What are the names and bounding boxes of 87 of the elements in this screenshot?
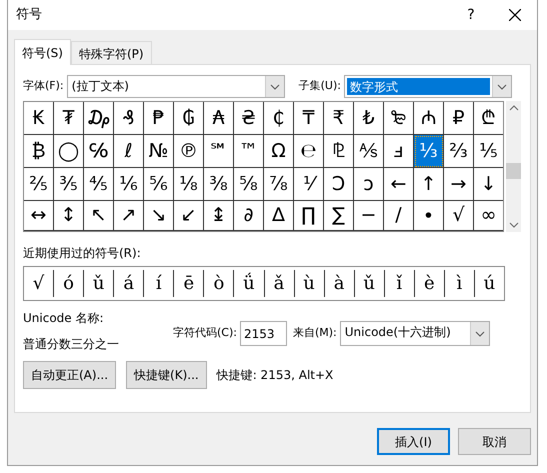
- chevron-down-icon: [474, 330, 485, 336]
- symbol-cell[interactable]: ↙: [174, 201, 204, 231]
- char-code-label: 字符代码(C):: [173, 325, 237, 342]
- symbol-cell[interactable]: ℓ: [114, 135, 144, 168]
- symbol-cell[interactable]: ⅜: [204, 168, 234, 201]
- close-icon: [509, 9, 521, 21]
- symbol-cell[interactable]: ₺: [354, 102, 384, 135]
- symbol-cell[interactable]: ₸: [294, 102, 324, 135]
- symbol-cell[interactable]: №: [144, 135, 174, 168]
- symbol-cell[interactable]: −: [354, 201, 384, 231]
- symbol-cell[interactable]: ⅟: [294, 168, 324, 201]
- symbol-cell[interactable]: ∙: [414, 201, 444, 231]
- shortcut-key-button[interactable]: 快捷键(K)...: [126, 361, 207, 389]
- symbol-cell[interactable]: ℗: [174, 135, 204, 168]
- symbol-cell[interactable]: ₲: [174, 102, 204, 135]
- scrollbar[interactable]: [506, 101, 521, 232]
- cancel-button[interactable]: 取消: [458, 428, 531, 455]
- symbol-cell[interactable]: ₮: [54, 102, 84, 135]
- symbol-cell[interactable]: ↨: [204, 201, 234, 231]
- insert-button[interactable]: 插入(I): [377, 428, 450, 455]
- symbol-cell[interactable]: ₰: [114, 102, 144, 135]
- symbol-cell[interactable]: ℠: [204, 135, 234, 168]
- symbol-cell[interactable]: ⅝: [234, 168, 264, 201]
- symbol-cell[interactable]: ₼: [414, 102, 444, 135]
- symbol-cell[interactable]: ⅖: [24, 168, 54, 201]
- symbol-cell[interactable]: ↗: [114, 201, 144, 231]
- symbol-cell[interactable]: ↕: [54, 201, 84, 231]
- symbol-cell[interactable]: ↘: [144, 201, 174, 231]
- symbol-cell[interactable]: ↑: [414, 168, 444, 201]
- symbol-cell[interactable]: ⅓: [414, 135, 444, 168]
- symbol-cell[interactable]: ₻: [384, 102, 414, 135]
- symbol-cell[interactable]: ₱: [144, 102, 174, 135]
- symbol-cell[interactable]: ℅: [84, 135, 114, 168]
- symbol-cell[interactable]: ₹: [324, 102, 354, 135]
- symbol-cell[interactable]: ↄ: [354, 168, 384, 201]
- symbol-cell[interactable]: ⅛: [174, 168, 204, 201]
- symbol-cell[interactable]: ←: [384, 168, 414, 201]
- help-button[interactable]: ?: [449, 0, 493, 30]
- symbol-cell[interactable]: ⅍: [354, 135, 384, 168]
- chevron-down-icon: [270, 84, 280, 90]
- symbol-cell[interactable]: ⅚: [144, 168, 174, 201]
- symbol-cell[interactable]: ⅔: [444, 135, 474, 168]
- symbol-cell[interactable]: ⅊: [324, 135, 354, 168]
- recent-symbols-label: 近期使用过的符号(R):: [23, 245, 142, 262]
- unicode-name: 普通分数三分之一: [23, 336, 120, 353]
- symbol-cell[interactable]: ↖: [84, 201, 114, 231]
- tab[interactable]: 特殊字符(P): [70, 41, 152, 64]
- symbol-cell[interactable]: Ω: [264, 135, 294, 168]
- symbol-cell[interactable]: ⅘: [84, 168, 114, 201]
- chevron-down-icon: [496, 84, 507, 90]
- symbol-cell[interactable]: ₳: [204, 102, 234, 135]
- from-label: 来自(M):: [292, 325, 337, 342]
- symbol-cell[interactable]: ∆: [264, 201, 294, 231]
- font-dropdown[interactable]: (拉丁文本): [66, 75, 285, 98]
- char-code-field[interactable]: 2153: [240, 321, 287, 346]
- tab[interactable]: 符号(S): [14, 39, 71, 65]
- symbol-cell[interactable]: ℮: [294, 135, 324, 168]
- subset-label: 子集(U):: [298, 78, 341, 94]
- from-dropdown[interactable]: Unicode(十六进制): [340, 321, 490, 346]
- symbol-cell[interactable]: ₽: [444, 102, 474, 135]
- symbol-cell[interactable]: ⅎ: [384, 135, 414, 168]
- symbol-cell[interactable]: √: [444, 201, 474, 231]
- symbol-cell[interactable]: ⅗: [54, 168, 84, 201]
- symbol-cell[interactable]: ↔: [24, 201, 54, 231]
- symbol-cell[interactable]: Ↄ: [324, 168, 354, 201]
- font-label: 字体(F):: [23, 78, 64, 94]
- symbol-cell[interactable]: ∏: [294, 201, 324, 231]
- shortcut-key-text: 快捷键: 2153, Alt+X: [216, 367, 334, 384]
- symbol-cell[interactable]: ∂: [234, 201, 264, 231]
- symbol-cell[interactable]: ₯: [84, 102, 114, 135]
- symbol-cell[interactable]: ⅞: [264, 168, 294, 201]
- symbol-cell[interactable]: ∑: [324, 201, 354, 231]
- symbol-cell[interactable]: ◯: [54, 135, 84, 168]
- scrollbar-thumb[interactable]: [506, 163, 521, 179]
- unicode-name-label: Unicode 名称:: [23, 310, 105, 327]
- window-title: 符号: [16, 6, 43, 24]
- symbol-cell[interactable]: ₭: [24, 102, 54, 135]
- symbol-cell[interactable]: ⅙: [114, 168, 144, 201]
- autocorrect-button[interactable]: 自动更正(A)...: [23, 361, 116, 389]
- symbol-cell[interactable]: ∕: [384, 201, 414, 231]
- symbol-cell[interactable]: ₵: [264, 102, 294, 135]
- subset-dropdown[interactable]: 数字形式: [344, 75, 512, 98]
- recent-symbol[interactable]: ú: [474, 270, 504, 297]
- symbol-cell[interactable]: →: [444, 168, 474, 201]
- symbol-cell[interactable]: ₿: [24, 135, 54, 168]
- symbol-cell[interactable]: ™: [234, 135, 264, 168]
- symbol-cell[interactable]: ₴: [234, 102, 264, 135]
